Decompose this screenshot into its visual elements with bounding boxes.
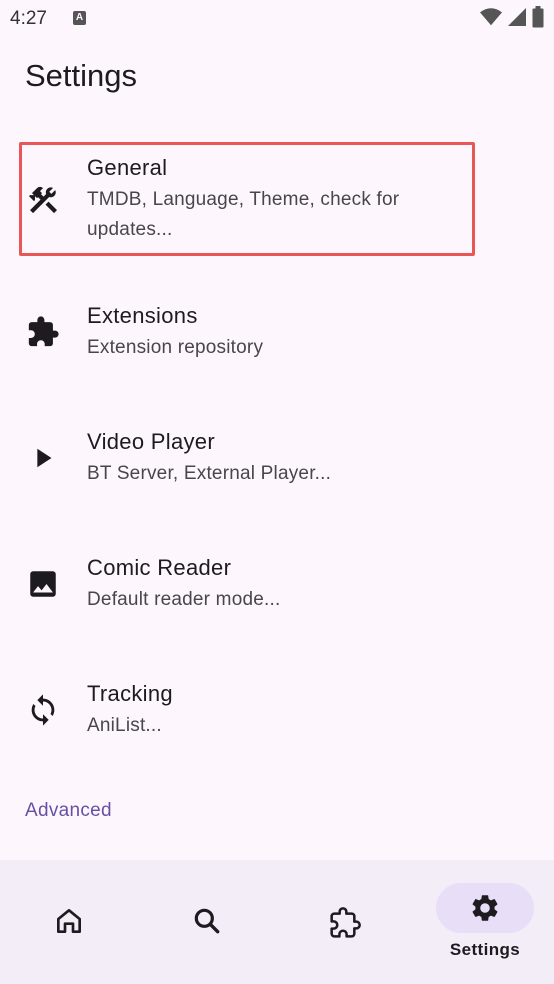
settings-item-video-player[interactable]: Video Player BT Server, External Player.…: [0, 421, 554, 531]
image-icon: [26, 567, 60, 601]
settings-item-general[interactable]: General TMDB, Language, Theme, check for…: [0, 145, 554, 255]
settings-item-text: Comic Reader Default reader mode...: [87, 555, 467, 615]
settings-item-subtitle: TMDB, Language, Theme, check for updates…: [87, 189, 400, 240]
settings-item-extensions[interactable]: Extensions Extension repository: [0, 295, 554, 405]
settings-item-text: General TMDB, Language, Theme, check for…: [87, 155, 467, 245]
settings-item-text: Extensions Extension repository: [87, 303, 467, 363]
search-icon: [191, 905, 223, 937]
gear-icon: [469, 892, 501, 924]
nav-item-extensions[interactable]: [306, 860, 386, 984]
home-icon: [53, 905, 85, 937]
nav-item-home[interactable]: [30, 860, 110, 984]
settings-item-title: Video Player: [87, 429, 215, 454]
settings-item-text: Video Player BT Server, External Player.…: [87, 429, 467, 489]
play-icon: [26, 441, 60, 475]
nav-item-search[interactable]: [168, 860, 248, 984]
page-title: Settings: [25, 58, 138, 93]
settings-item-title: Extensions: [87, 303, 198, 328]
settings-item-subtitle: BT Server, External Player...: [87, 463, 332, 484]
settings-item-subtitle: Default reader mode...: [87, 589, 281, 610]
advanced-section-header[interactable]: Advanced: [25, 800, 112, 822]
settings-screen: 4:27 A Settings General TMDB, Language, …: [0, 0, 554, 984]
extension-icon: [329, 907, 361, 939]
settings-item-title: Tracking: [87, 681, 173, 706]
settings-item-title: Comic Reader: [87, 555, 232, 580]
settings-item-subtitle: AniList...: [87, 715, 162, 736]
wifi-icon: [480, 8, 502, 26]
tools-icon: [26, 183, 60, 217]
settings-item-text: Tracking AniList...: [87, 681, 467, 741]
nav-item-settings[interactable]: [436, 883, 534, 933]
battery-icon: [532, 6, 544, 28]
settings-item-tracking[interactable]: Tracking AniList...: [0, 673, 554, 783]
signal-icon: [508, 8, 526, 26]
status-icons: [480, 6, 544, 28]
nav-label-settings: Settings: [449, 940, 521, 959]
sync-icon: [26, 693, 60, 727]
settings-item-comic-reader[interactable]: Comic Reader Default reader mode...: [0, 547, 554, 657]
notification-icon: A: [73, 11, 86, 25]
settings-item-title: General: [87, 155, 168, 180]
puzzle-icon: [26, 315, 60, 349]
bottom-navigation: Settings: [0, 860, 554, 984]
status-time: 4:27: [10, 8, 47, 29]
settings-item-subtitle: Extension repository: [87, 337, 264, 358]
status-bar: 4:27 A: [0, 0, 554, 38]
